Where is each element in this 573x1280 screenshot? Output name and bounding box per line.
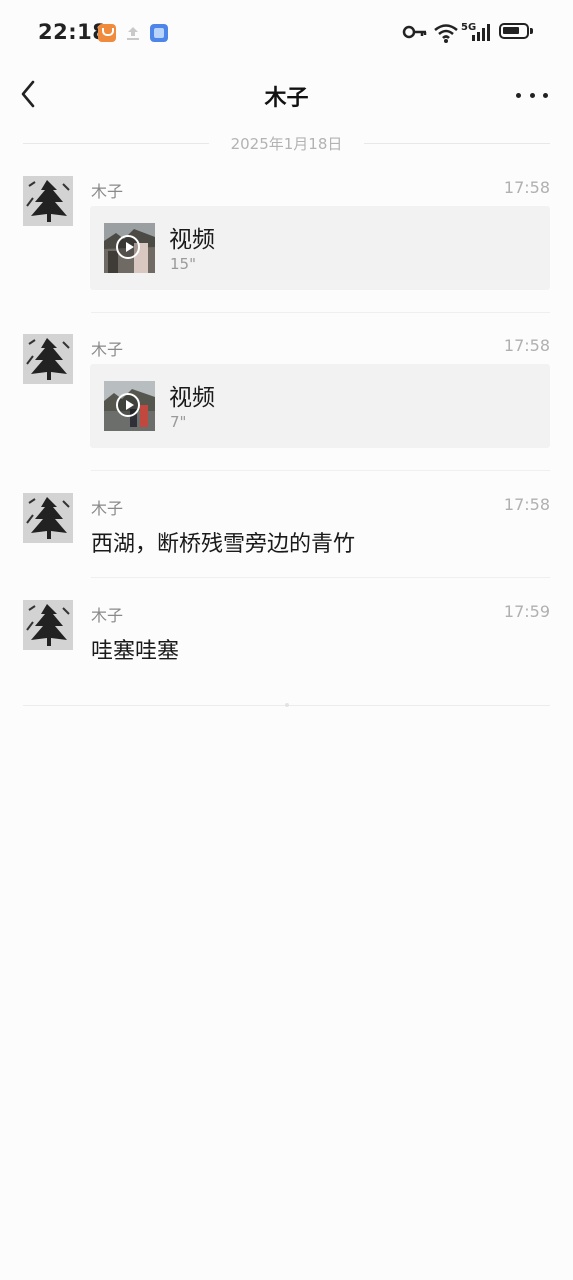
- date-separator: 2025年1月18日: [23, 132, 550, 154]
- video-message[interactable]: 视频 15": [90, 206, 550, 290]
- video-message[interactable]: 视频 7": [90, 364, 550, 448]
- more-button[interactable]: [512, 82, 552, 108]
- message-time: 17:59: [503, 602, 550, 621]
- video-duration: 7": [170, 413, 187, 431]
- sender-name: 木子: [91, 606, 124, 625]
- message-time: 17:58: [503, 178, 550, 197]
- message-text: 哇塞哇塞: [91, 639, 180, 664]
- message-time: 17:58: [503, 495, 550, 514]
- play-icon: [116, 235, 140, 259]
- play-icon: [116, 393, 140, 417]
- avatar[interactable]: [23, 176, 73, 226]
- upload-icon: [124, 24, 142, 42]
- sender-name: 木子: [91, 499, 124, 518]
- app-icon: [150, 24, 168, 42]
- avatar[interactable]: [23, 334, 73, 384]
- divider: [91, 312, 550, 313]
- vpn-key-icon: [402, 22, 428, 46]
- message-text: 西湖，断桥残雪旁边的青竹: [91, 532, 356, 557]
- video-thumbnail: [104, 381, 155, 431]
- more-icon: [516, 92, 521, 98]
- sender-name: 木子: [91, 340, 124, 359]
- status-time: 22:18: [38, 20, 108, 44]
- status-bar: 22:18 5G: [0, 0, 573, 64]
- avatar[interactable]: [23, 600, 73, 650]
- video-thumbnail: [104, 223, 155, 273]
- battery-icon: [499, 23, 533, 39]
- divider: [91, 470, 550, 471]
- video-title: 视频: [169, 385, 215, 411]
- page-title: 木子: [264, 86, 309, 111]
- sender-name: 木子: [91, 182, 124, 201]
- end-marker: [285, 703, 289, 707]
- avatar[interactable]: [23, 493, 73, 543]
- video-title: 视频: [169, 227, 215, 253]
- divider: [91, 577, 550, 578]
- message-time: 17:58: [503, 336, 550, 355]
- taobao-icon: [98, 24, 116, 42]
- wifi-icon: [433, 22, 459, 48]
- signal-icon: [471, 22, 493, 46]
- chat-header: 木子: [0, 64, 573, 126]
- video-duration: 15": [170, 255, 196, 273]
